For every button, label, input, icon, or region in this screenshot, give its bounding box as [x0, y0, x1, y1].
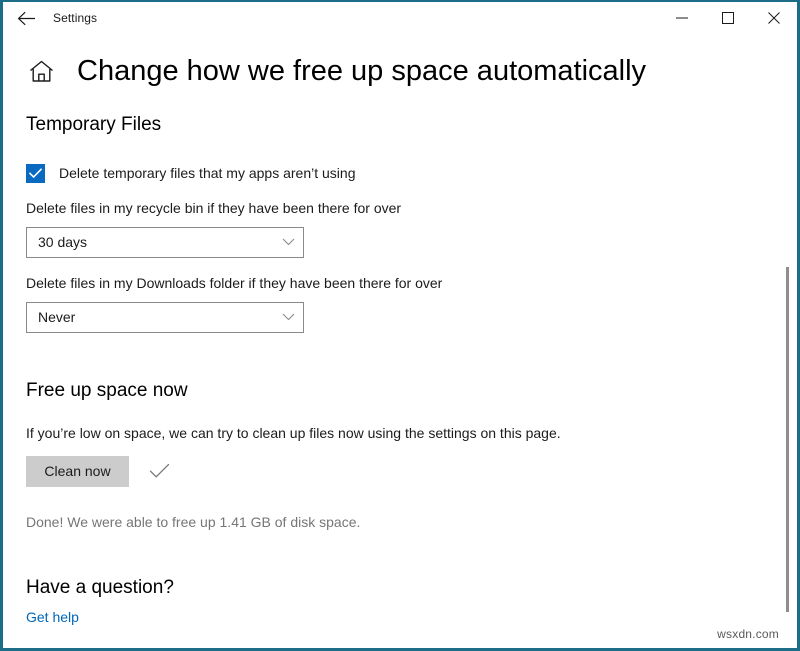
- delete-temp-files-row[interactable]: Delete temporary files that my apps aren…: [26, 164, 767, 183]
- maximize-icon: [722, 12, 734, 24]
- downloads-value: Never: [27, 309, 273, 325]
- delete-temp-files-label: Delete temporary files that my apps aren…: [59, 165, 355, 181]
- check-icon: [149, 463, 170, 479]
- caption-buttons: [659, 2, 797, 34]
- recycle-bin-value: 30 days: [27, 234, 273, 250]
- home-icon[interactable]: [26, 57, 56, 87]
- delete-temp-files-checkbox[interactable]: [26, 164, 45, 183]
- watermark: wsxdn.com: [717, 627, 779, 641]
- free-up-space-description: If you’re low on space, we can try to cl…: [26, 425, 767, 441]
- close-icon: [768, 12, 780, 24]
- page-header: Change how we free up space automaticall…: [26, 56, 767, 88]
- window-title: Settings: [53, 11, 97, 25]
- downloads-dropdown[interactable]: Never: [26, 302, 304, 333]
- settings-window: Settings: [0, 0, 800, 651]
- settings-content: Change how we free up space automaticall…: [3, 56, 797, 651]
- section-heading-temporary-files: Temporary Files: [26, 114, 767, 136]
- clean-status-text: Done! We were able to free up 1.41 GB of…: [26, 514, 767, 530]
- minimize-button[interactable]: [659, 2, 705, 34]
- clean-now-row: Clean now: [26, 456, 767, 487]
- section-heading-have-a-question: Have a question?: [26, 577, 767, 599]
- chevron-down-icon: [273, 303, 303, 332]
- recycle-bin-dropdown[interactable]: 30 days: [26, 227, 304, 258]
- maximize-button[interactable]: [705, 2, 751, 34]
- downloads-label: Delete files in my Downloads folder if t…: [26, 275, 767, 291]
- section-heading-free-up-space: Free up space now: [26, 380, 767, 402]
- clean-now-button[interactable]: Clean now: [26, 456, 129, 487]
- back-arrow-icon: [17, 11, 36, 26]
- scrollbar-thumb[interactable]: [786, 267, 789, 612]
- close-button[interactable]: [751, 2, 797, 34]
- title-bar: Settings: [3, 2, 797, 34]
- recycle-bin-label: Delete files in my recycle bin if they h…: [26, 200, 767, 216]
- chevron-down-icon: [273, 228, 303, 257]
- get-help-link[interactable]: Get help: [26, 609, 79, 625]
- check-icon: [29, 168, 42, 179]
- minimize-icon: [676, 12, 688, 24]
- back-button[interactable]: [3, 2, 49, 34]
- vertical-scrollbar[interactable]: [782, 35, 794, 645]
- page-title: Change how we free up space automaticall…: [77, 56, 646, 88]
